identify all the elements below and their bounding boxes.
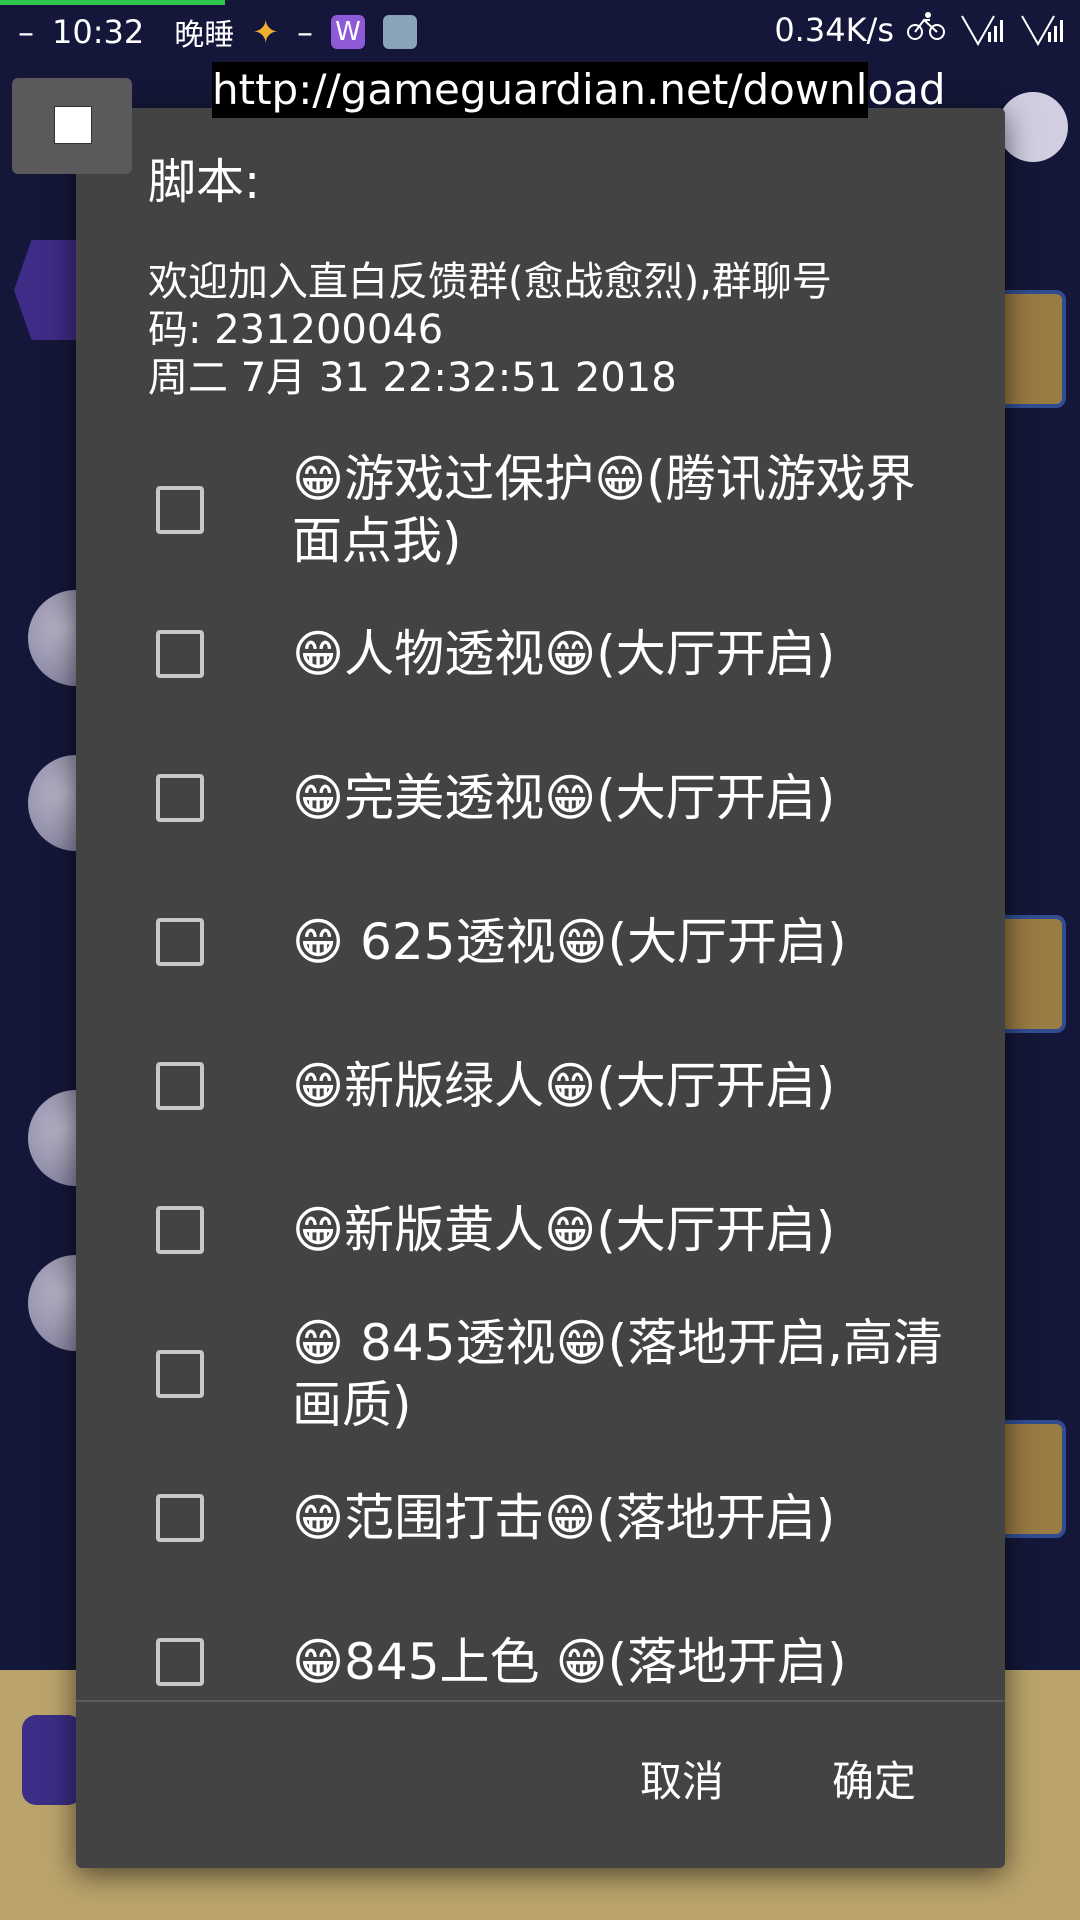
sparkle-icon: ✦: [252, 13, 280, 51]
dash-mid: –: [297, 13, 314, 51]
option-row[interactable]: 😁人物透视😁(大厅开启): [76, 582, 1005, 726]
bicycle-icon: [906, 10, 946, 50]
checkbox[interactable]: [156, 1494, 204, 1542]
signal-icon: [958, 12, 1006, 48]
option-label: 😁新版黄人😁(大厅开启): [292, 1201, 836, 1259]
option-label: 😁新版绿人😁(大厅开启): [292, 1057, 836, 1115]
option-row[interactable]: 😁完美透视😁(大厅开启): [76, 726, 1005, 870]
option-label: 😁游戏过保护😁(腾讯游戏界面点我): [292, 450, 916, 570]
checkbox[interactable]: [156, 1350, 204, 1398]
ok-button[interactable]: 确定: [832, 1748, 916, 1809]
option-row[interactable]: 😁范围打击😁(落地开启): [76, 1446, 1005, 1590]
dash-left: –: [18, 13, 34, 51]
notification-text: 晚睡: [174, 18, 235, 53]
option-row[interactable]: 😁845上色 😁(落地开启): [76, 1590, 1005, 1734]
dialog-message: 欢迎加入直白反馈群(愈战愈烈),群聊号 码: 231200046 周二 7月 3…: [148, 259, 832, 401]
option-row[interactable]: 😁新版绿人😁(大厅开启): [76, 1014, 1005, 1158]
option-label: 😁人物透视😁(大厅开启): [292, 625, 836, 683]
checkbox[interactable]: [156, 1206, 204, 1254]
cat-mascot-image: [998, 92, 1068, 162]
load-progress: [0, 0, 225, 5]
checkbox[interactable]: [156, 918, 204, 966]
checkbox[interactable]: [156, 486, 204, 534]
download-url-banner: http://gameguardian.net/download: [212, 62, 946, 118]
floating-overlay-button[interactable]: [12, 78, 132, 174]
document-icon: [383, 15, 418, 49]
cancel-button[interactable]: 取消: [640, 1748, 724, 1809]
option-label: 😁 845透视😁(落地开启,高清画质): [292, 1314, 943, 1434]
stop-icon: [54, 106, 92, 144]
option-row[interactable]: 😁新版黄人😁(大厅开启): [76, 1158, 1005, 1302]
checkbox[interactable]: [156, 1062, 204, 1110]
app-w-icon: W: [331, 15, 366, 49]
option-row[interactable]: 😁 625透视😁(大厅开启): [76, 870, 1005, 1014]
option-label: 😁范围打击😁(落地开启): [292, 1489, 836, 1547]
signal-icon: [1018, 12, 1066, 48]
option-label: 😁完美透视😁(大厅开启): [292, 769, 836, 827]
dialog-title: 脚本:: [148, 154, 261, 210]
options-list: 😁游戏过保护😁(腾讯游戏界面点我) 😁人物透视😁(大厅开启) 😁完美透视😁(大厅…: [76, 438, 1005, 1734]
option-label: 😁845上色 😁(落地开启): [292, 1633, 847, 1691]
network-speed: 0.34K/s: [774, 11, 894, 49]
checkbox[interactable]: [156, 1638, 204, 1686]
option-row[interactable]: 😁游戏过保护😁(腾讯游戏界面点我): [76, 438, 1005, 582]
checkbox[interactable]: [156, 630, 204, 678]
clock: 10:32: [52, 13, 145, 51]
option-label: 😁 625透视😁(大厅开启): [292, 913, 847, 971]
chat-input: [22, 1715, 82, 1805]
status-bar: – 10:32 晚睡 ✦ – W 0.34K/s: [0, 0, 1080, 60]
checkbox[interactable]: [156, 774, 204, 822]
option-row[interactable]: 😁 845透视😁(落地开启,高清画质): [76, 1302, 1005, 1446]
divider: [76, 1700, 1005, 1702]
script-dialog: 脚本: 欢迎加入直白反馈群(愈战愈烈),群聊号 码: 231200046 周二 …: [76, 108, 1005, 1868]
